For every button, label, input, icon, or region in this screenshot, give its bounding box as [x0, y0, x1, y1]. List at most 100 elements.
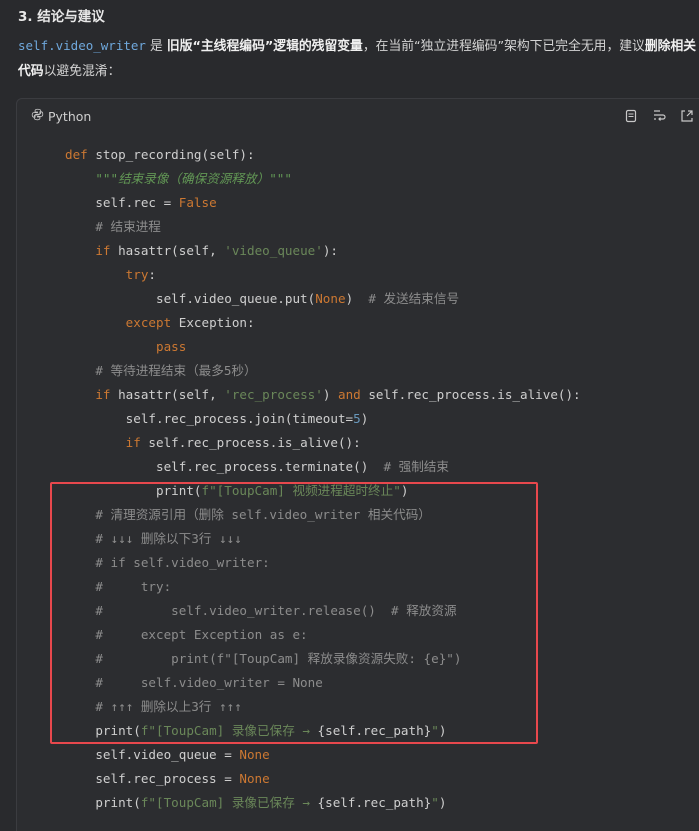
code-token: # 强制结束	[383, 459, 449, 474]
code-line: # 结束进程	[65, 215, 581, 239]
code-token: )	[360, 411, 369, 426]
code-line: # ↓↓↓ 删除以下3行 ↓↓↓	[65, 527, 581, 551]
code-token: {self.rec_path}	[317, 795, 432, 810]
code-token: print(	[65, 723, 141, 738]
wrap-icon[interactable]	[651, 108, 667, 124]
code-token: print(	[65, 483, 202, 498]
code-token: )	[345, 291, 369, 306]
code-token: # 结束进程	[95, 219, 161, 234]
code-line: # except Exception as e:	[65, 623, 581, 647]
code-line: # try:	[65, 575, 581, 599]
code-token: # if self.video_writer:	[95, 555, 270, 570]
code-token: # try:	[95, 579, 172, 594]
para-text-1: 是	[145, 39, 167, 54]
code-line: self.rec = False	[65, 191, 581, 215]
code-line: self.rec_process = None	[65, 767, 581, 791]
code-token: # self.video_writer = None	[95, 675, 323, 690]
code-token: )	[400, 483, 409, 498]
code-token: None	[315, 291, 346, 306]
code-token: )	[438, 723, 447, 738]
code-token: self.rec_process.join(timeout=	[65, 411, 354, 426]
code-line: except Exception:	[65, 311, 581, 335]
code-token: try	[125, 267, 149, 282]
code-token: "	[431, 795, 439, 810]
code-line: self.video_queue.put(None) # 发送结束信号	[65, 287, 581, 311]
code-token: # 清理资源引用（删除 self.video_writer 相关代码）	[95, 507, 431, 522]
code-line: print(f"[ToupCam] 视频进程超时终止")	[65, 479, 581, 503]
para-text-3: 以避免混淆：	[43, 64, 121, 79]
code-token: {self.rec_path}	[317, 723, 432, 738]
para-text-2: ，在当前“独立进程编码”架构下已完全无用，建议	[362, 39, 645, 54]
code-token: stop_recording(self):	[95, 147, 255, 162]
code-line: print(f"[ToupCam] 录像已保存 → {self.rec_path…	[65, 719, 581, 743]
code-line: # print(f"[ToupCam] 释放录像资源失败: {e}")	[65, 647, 581, 671]
code-token: :	[148, 267, 157, 282]
code-line: self.rec_process.terminate() # 强制结束	[65, 455, 581, 479]
code-line: try:	[65, 263, 581, 287]
para-bold-2: 删除相关	[644, 39, 697, 54]
code-token: # ↑↑↑ 删除以上3行 ↑↑↑	[95, 699, 242, 714]
code-token: self.rec_process.is_alive():	[368, 387, 581, 402]
code-token: # except Exception as e:	[95, 627, 308, 642]
conclusion-paragraph: self.video_writer 是 旧版“主线程编码”逻辑的残留变量，在当前…	[18, 33, 699, 84]
code-line: # 等待进程结束（最多5秒）	[65, 359, 581, 383]
code-line: print(f"[ToupCam] 录像已保存 → {self.rec_path…	[65, 791, 581, 815]
code-line: if self.rec_process.is_alive():	[65, 431, 581, 455]
expand-icon[interactable]	[679, 108, 695, 124]
copy-icon[interactable]	[623, 108, 639, 124]
code-token: # ↓↓↓ 删除以下3行 ↓↓↓	[95, 531, 242, 546]
code-block: Python def stop_recording(self): """结束录像…	[16, 98, 699, 831]
code-block-header: Python	[17, 99, 699, 133]
code-content: def stop_recording(self): """结束录像（确保资源释放…	[65, 143, 581, 815]
code-token: if	[95, 387, 119, 402]
code-token: f"[ToupCam] 录像已保存 →	[140, 723, 318, 738]
code-token: def	[65, 147, 96, 162]
code-token: hasattr(self,	[118, 243, 225, 258]
code-token: self.rec_process =	[65, 771, 240, 786]
code-line: def stop_recording(self):	[65, 143, 581, 167]
code-token: f"[ToupCam] 视频进程超时终止"	[201, 483, 401, 498]
code-token: if	[125, 435, 149, 450]
code-line: self.rec_process.join(timeout=5)	[65, 407, 581, 431]
code-token: # print(f"[ToupCam] 释放录像资源失败: {e}")	[95, 651, 462, 666]
section-heading: 3. 结论与建议	[18, 9, 105, 25]
code-token: and	[338, 387, 369, 402]
code-token: # 发送结束信号	[368, 291, 460, 306]
code-token: # 等待进程结束（最多5秒）	[95, 363, 257, 378]
code-token: if	[95, 243, 119, 258]
code-token: )	[322, 387, 338, 402]
code-token: self.rec_process.terminate()	[65, 459, 384, 474]
inline-code-video-writer: self.video_writer	[18, 38, 146, 53]
code-line: self.video_queue = None	[65, 743, 581, 767]
code-token: """结束录像（确保资源释放）"""	[95, 171, 292, 186]
code-token: pass	[156, 339, 187, 354]
code-token: None	[239, 747, 270, 762]
code-language-label: Python	[31, 108, 91, 124]
code-line: # self.video_writer.release() # 释放资源	[65, 599, 581, 623]
code-token: self.rec_process.is_alive():	[148, 435, 361, 450]
code-token: 'rec_process'	[224, 387, 323, 402]
code-token: "	[431, 723, 439, 738]
code-line: # ↑↑↑ 删除以上3行 ↑↑↑	[65, 695, 581, 719]
code-token: except	[125, 315, 179, 330]
python-icon	[31, 108, 44, 124]
code-token: self.video_queue.put(	[65, 291, 316, 306]
code-token: None	[239, 771, 270, 786]
code-line: if hasattr(self, 'rec_process') and self…	[65, 383, 581, 407]
code-line: pass	[65, 335, 581, 359]
code-token: Exception:	[178, 315, 255, 330]
